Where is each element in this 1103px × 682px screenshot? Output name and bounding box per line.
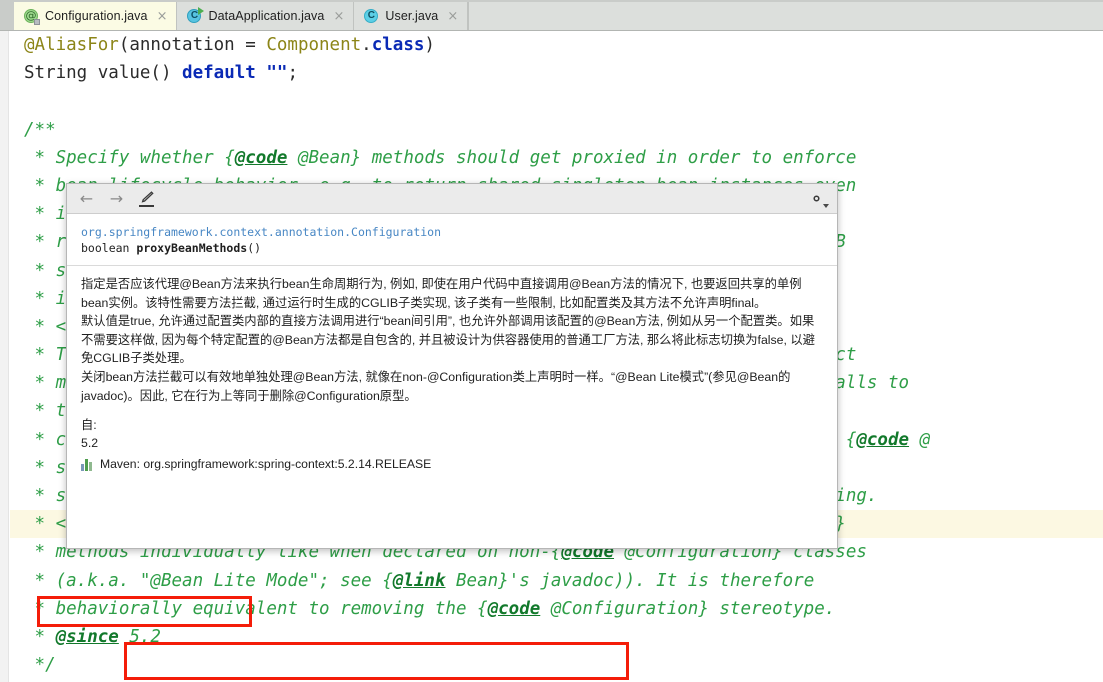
code-token: /**: [24, 119, 56, 140]
doc-paragraph: 关闭bean方法拦截可以有效地单独处理@Bean方法, 就像在non-@Conf…: [81, 369, 791, 403]
tab-label: Configuration.java: [45, 9, 148, 23]
edit-pencil-icon[interactable]: [138, 190, 155, 207]
editor-tab-bar: @ Configuration.java × C DataApplication…: [0, 0, 1103, 31]
code-token: @code: [487, 598, 541, 619]
tab-dataapplication-java[interactable]: C DataApplication.java ×: [177, 2, 355, 30]
doc-method-name: proxyBeanMethods: [136, 241, 248, 255]
editor-window: @ Configuration.java × C DataApplication…: [0, 0, 1103, 682]
tab-label: DataApplication.java: [208, 9, 325, 23]
code-token: */: [24, 655, 56, 676]
close-icon[interactable]: ×: [447, 10, 458, 23]
java-class-icon: C: [364, 8, 379, 24]
code-token: @AliasFor: [24, 35, 119, 55]
close-icon[interactable]: ×: [157, 10, 168, 23]
code-token: @Configuration} stereotype.: [540, 598, 836, 619]
code-token: {: [224, 147, 235, 168]
code-token: ): [424, 35, 435, 55]
code-token: *: [24, 626, 56, 647]
doc-return-type: boolean: [81, 241, 130, 255]
code-line[interactable]: * @since 5.2: [10, 623, 1103, 651]
code-token: 5.2: [118, 626, 161, 647]
code-token: @since: [55, 626, 119, 647]
since-label: 自:: [81, 418, 97, 433]
tab-bar-filler: [468, 2, 1103, 30]
code-token: @link: [392, 570, 446, 591]
code-line[interactable]: * (a.k.a. "@Bean Lite Mode"; see {@link …: [10, 567, 1103, 595]
code-token: (annotation =: [118, 35, 267, 55]
code-line[interactable]: /**: [10, 116, 1103, 144]
gear-icon[interactable]: [808, 190, 829, 208]
code-token: * Specify whether: [24, 147, 225, 168]
doc-popup-toolbar: ← →: [67, 184, 837, 214]
doc-paragraph: 默认值是true, 允许通过配置类内部的直接方法调用进行“bean间引用”, 也…: [81, 314, 815, 366]
code-token: {: [477, 598, 488, 619]
code-token: @Bean} methods should get proxied in ord…: [287, 147, 857, 168]
code-line[interactable]: String value() default "";: [10, 59, 1103, 87]
back-arrow-icon[interactable]: ←: [78, 190, 95, 207]
code-token: @code: [234, 147, 288, 168]
code-line[interactable]: @AliasFor(annotation = Component.class): [10, 31, 1103, 59]
code-token: "": [266, 63, 288, 84]
doc-package-path: org.springframework.context.annotation.C…: [81, 225, 442, 239]
code-line[interactable]: * behaviorally equivalent to removing th…: [10, 595, 1103, 623]
doc-popup-body: org.springframework.context.annotation.C…: [67, 214, 837, 548]
doc-description: 指定是否应该代理@Bean方法来执行bean生命周期行为, 例如, 即使在用户代…: [67, 266, 837, 405]
tab-configuration-java[interactable]: @ Configuration.java ×: [14, 2, 178, 30]
code-token: @: [909, 429, 931, 450]
code-token: {: [382, 570, 393, 591]
doc-method-params: (): [247, 241, 262, 255]
doc-signature: org.springframework.context.annotation.C…: [67, 214, 837, 266]
code-token: {: [845, 429, 857, 450]
code-token: class: [371, 35, 425, 55]
tab-label: User.java: [385, 9, 439, 23]
forward-arrow-icon[interactable]: →: [108, 190, 125, 207]
code-line[interactable]: [10, 87, 1103, 115]
code-token: default: [182, 63, 256, 84]
quick-documentation-popup[interactable]: ← → org.springframework.context.annotati…: [66, 183, 838, 549]
doc-paragraph: 指定是否应该代理@Bean方法来执行bean生命周期行为, 例如, 即使在用户代…: [81, 277, 802, 310]
code-token: Component: [266, 35, 362, 55]
code-token: String value(): [24, 63, 183, 84]
doc-maven-coordinate[interactable]: Maven: org.springframework:spring-contex…: [67, 452, 837, 471]
code-token: ;: [287, 63, 298, 84]
annotation-icon: @: [24, 8, 40, 25]
maven-label: Maven: org.springframework:spring-contex…: [100, 457, 432, 472]
code-token: * (a.k.a. "@Bean Lite Mode"; see: [24, 570, 383, 591]
code-token: .: [361, 35, 372, 55]
spring-boot-run-icon: C: [187, 6, 205, 24]
doc-since-section: 自: 5.2: [67, 405, 837, 452]
dropdown-caret-icon[interactable]: [823, 203, 829, 208]
since-value: 5.2: [81, 435, 99, 450]
code-token: * behaviorally equivalent to removing th…: [24, 598, 478, 619]
code-token: Bean}'s javadoc)). It is therefore: [445, 570, 815, 591]
editor-gutter[interactable]: [0, 31, 9, 682]
maven-library-icon: [81, 458, 94, 471]
tab-user-java[interactable]: C User.java ×: [354, 2, 469, 30]
code-token: @code: [856, 429, 910, 450]
pencil-glyph: [141, 190, 154, 203]
code-line[interactable]: * Specify whether {@code @Bean} methods …: [10, 144, 1103, 172]
close-icon[interactable]: ×: [333, 10, 344, 23]
code-line[interactable]: */: [10, 651, 1103, 679]
